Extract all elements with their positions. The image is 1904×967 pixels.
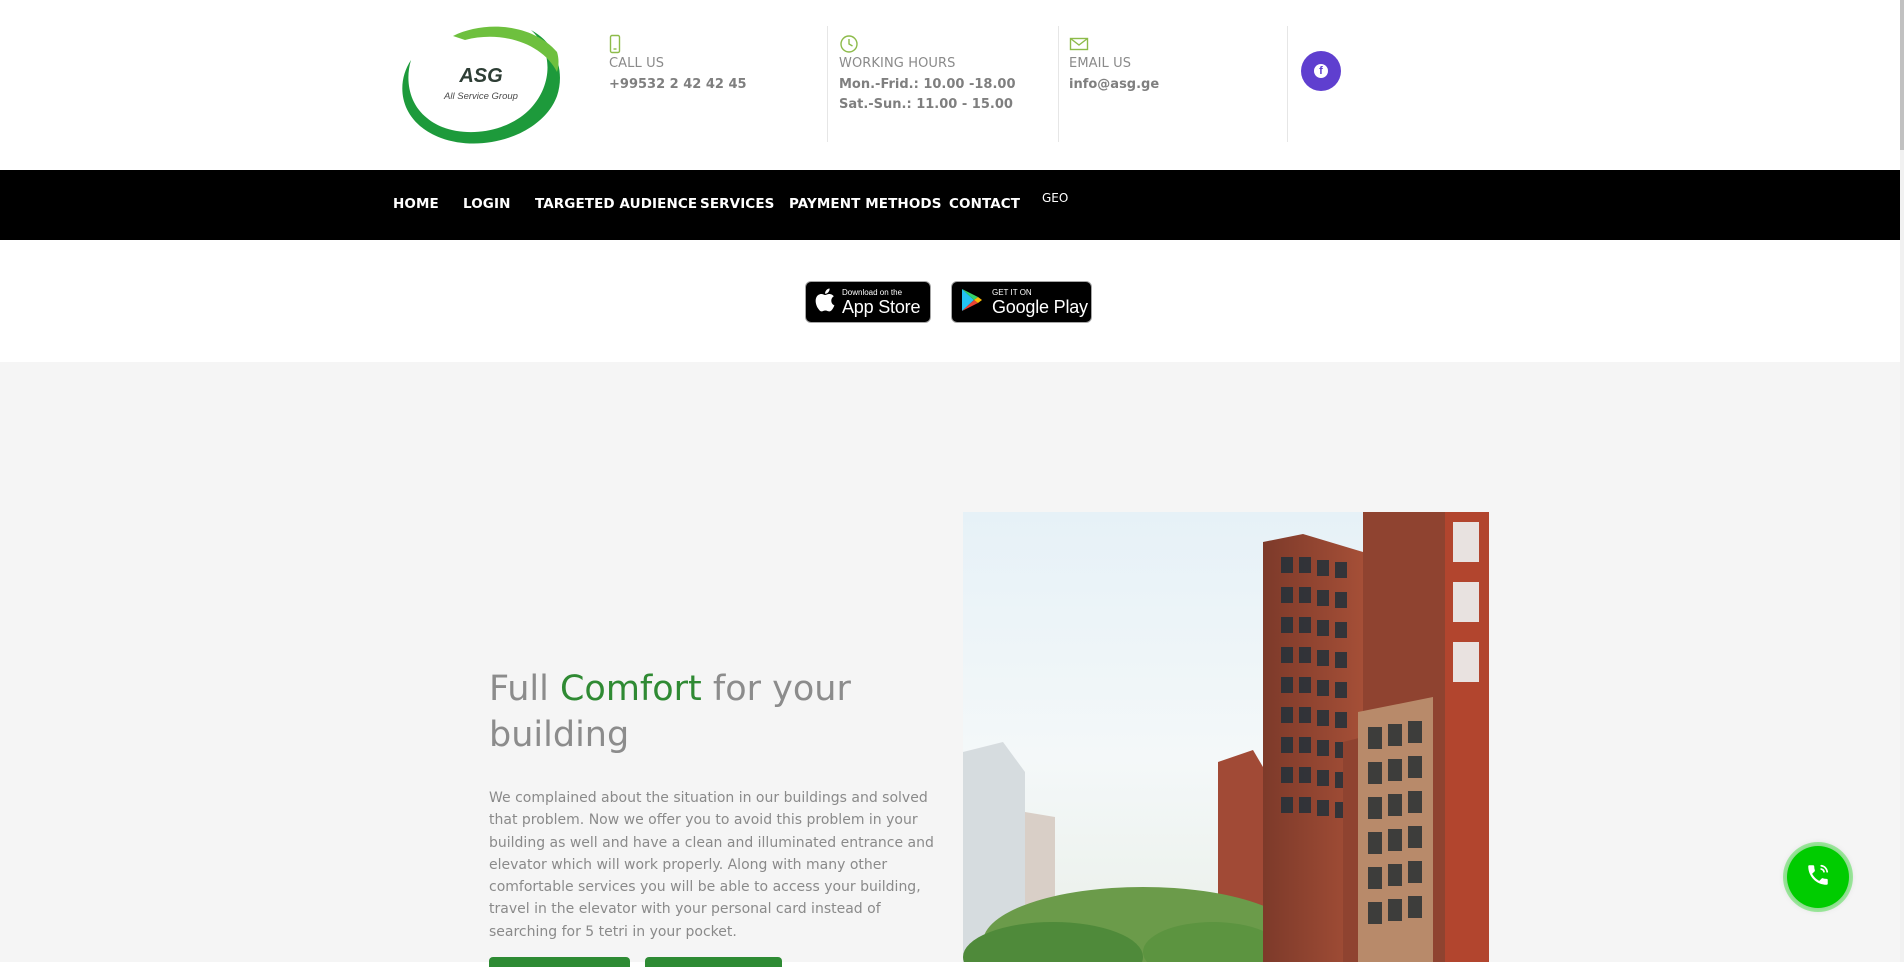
divider xyxy=(1287,26,1288,142)
working-hours-block: WORKING HOURS Mon.-Frid.: 10.00 -18.00 S… xyxy=(839,34,1016,115)
phone-call-icon xyxy=(1805,862,1831,892)
nav-item-targeted-audience[interactable]: TARGETED AUDIENCE xyxy=(535,196,697,212)
hero-description: We complained about the situation in our… xyxy=(489,790,934,940)
facebook-button[interactable]: f xyxy=(1301,51,1341,91)
email-us-label: EMAIL US xyxy=(1069,56,1132,71)
google-play-text: GET IT ON Google Play xyxy=(992,287,1088,317)
email-address[interactable]: info@asg.ge xyxy=(1069,75,1159,95)
nav-item-services[interactable]: SERVICES xyxy=(700,196,774,212)
weekend-hours: Sat.-Sun.: 11.00 - 15.00 xyxy=(839,97,1013,112)
google-play-badge[interactable]: GET IT ON Google Play xyxy=(951,281,1092,323)
nav-item-contact[interactable]: CONTACT xyxy=(949,196,1020,212)
email-us-block: EMAIL US info@asg.ge xyxy=(1069,34,1159,95)
hero-primary-button[interactable] xyxy=(489,957,630,967)
building-image xyxy=(963,512,1489,962)
working-hours-label: WORKING HOURS xyxy=(839,56,956,71)
weekday-hours: Mon.-Frid.: 10.00 -18.00 xyxy=(839,77,1016,92)
call-us-label: CALL US xyxy=(609,56,665,71)
google-play-icon xyxy=(961,288,983,316)
facebook-icon: f xyxy=(1314,64,1328,78)
top-header: ASG All Service Group CALL US +99532 2 4… xyxy=(0,0,1904,170)
phone-number[interactable]: +99532 2 42 42 45 xyxy=(609,75,747,95)
asg-logo[interactable]: ASG All Service Group xyxy=(393,22,563,144)
app-store-badge[interactable]: Download on the App Store xyxy=(805,281,931,323)
nav-item-home[interactable]: HOME xyxy=(393,196,439,212)
nav-item-login[interactable]: LOGIN xyxy=(463,196,511,212)
app-badges: Download on the App Store GET IT ON Goog… xyxy=(0,240,1900,362)
call-button[interactable] xyxy=(1787,846,1849,908)
app-store-text: Download on the App Store xyxy=(842,287,921,317)
hero-section: Full Comfort for your building We compla… xyxy=(0,362,1900,967)
divider xyxy=(827,26,828,142)
mobile-phone-icon xyxy=(609,34,747,54)
main-nav: HOME LOGIN TARGETED AUDIENCE SERVICES PA… xyxy=(0,170,1900,240)
nav-item-payment-methods[interactable]: PAYMENT METHODS xyxy=(789,196,942,212)
svg-text:ASG: ASG xyxy=(458,65,502,87)
call-us-block: CALL US +99532 2 42 42 45 xyxy=(609,34,747,95)
scrollbar-thumb[interactable] xyxy=(1900,0,1904,150)
svg-text:All Service Group: All Service Group xyxy=(443,91,518,102)
clock-icon xyxy=(839,34,1016,54)
language-switcher[interactable]: GEO xyxy=(1042,191,1068,205)
page-scrollbar[interactable] xyxy=(1900,0,1904,962)
hero-secondary-button[interactable] xyxy=(645,957,782,967)
envelope-icon xyxy=(1069,34,1159,54)
apple-icon xyxy=(815,288,835,316)
hero-title-accent: Comfort xyxy=(559,669,702,709)
divider xyxy=(1058,26,1059,142)
hero-title: Full Comfort for your building xyxy=(489,669,851,755)
